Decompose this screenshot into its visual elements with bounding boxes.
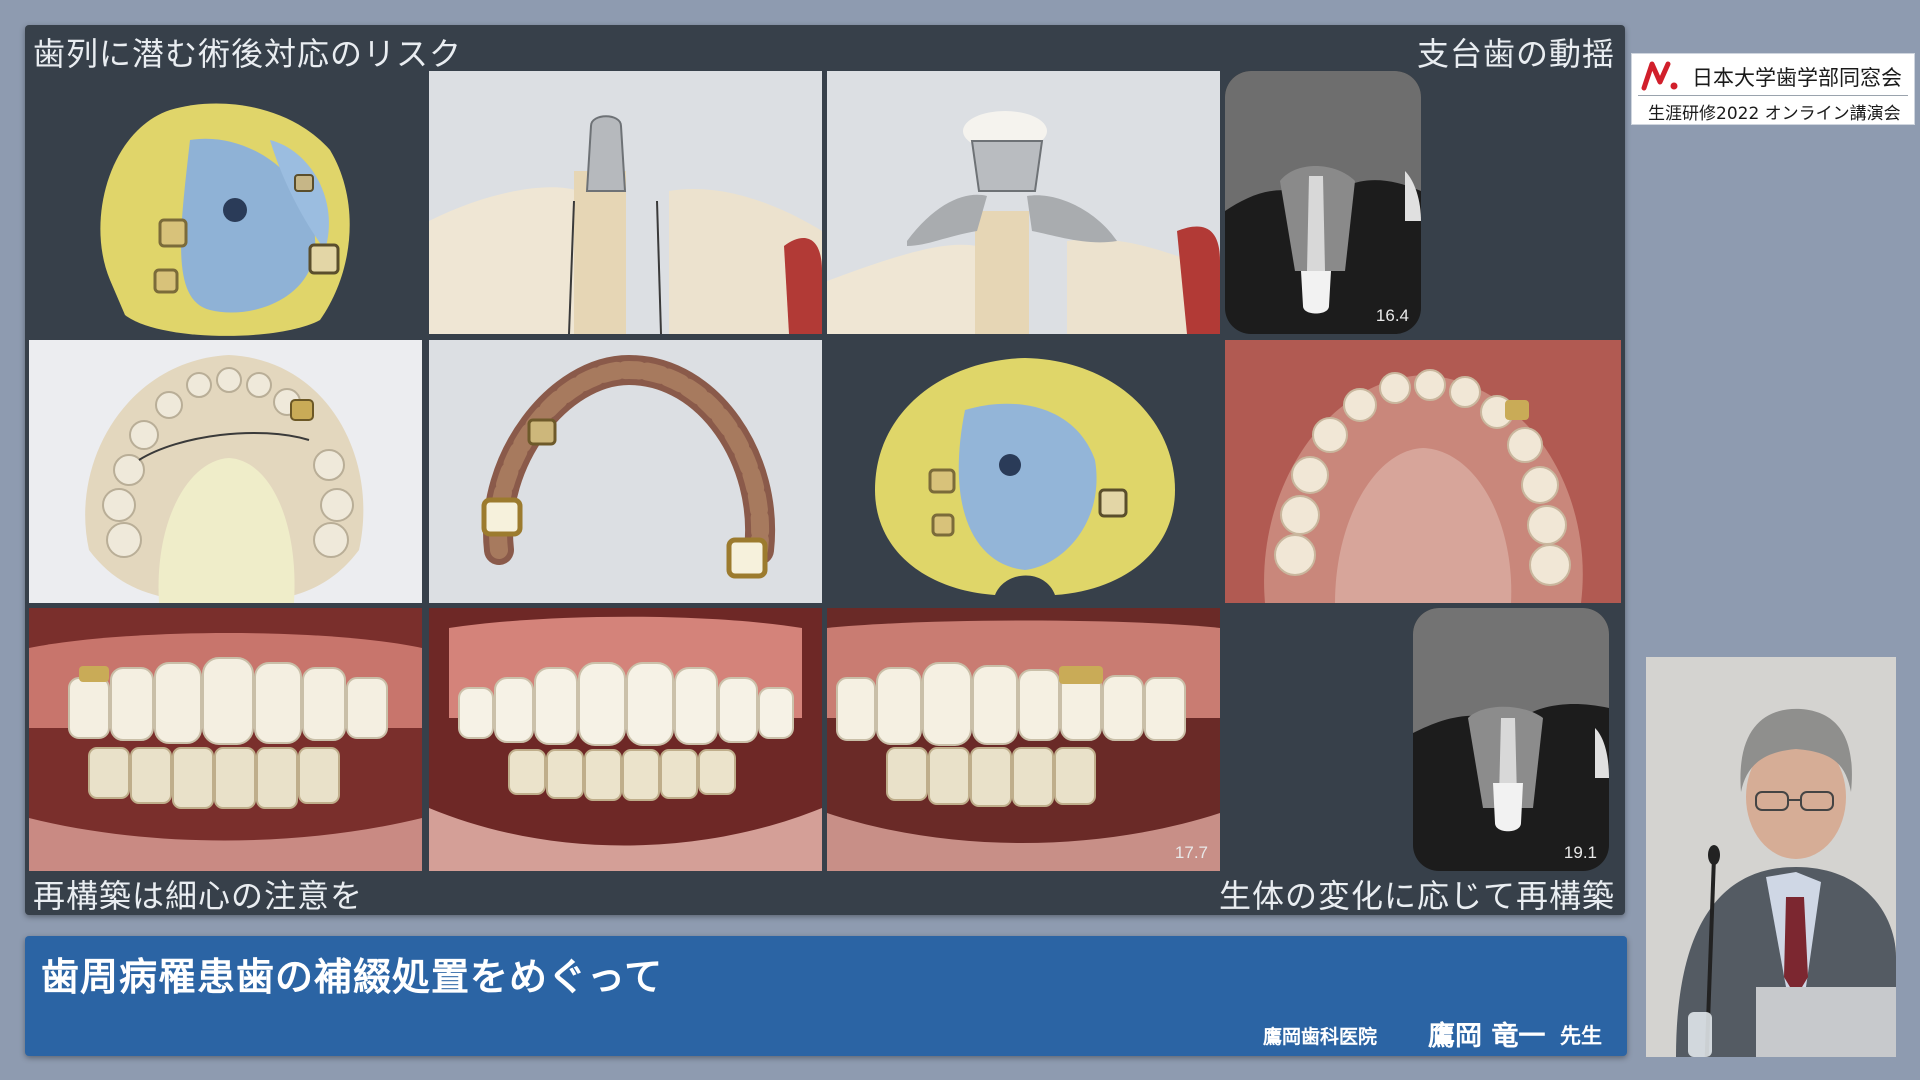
xray-abutment-followup: 19.1 bbox=[1413, 608, 1609, 871]
lecture-title: 歯周病罹患歯の補綴処置をめぐって bbox=[41, 955, 664, 999]
photo-maxillary-denture-occlusal bbox=[29, 340, 422, 603]
logo-organization: 日本大学歯学部同窓会 bbox=[1692, 66, 1902, 90]
photo-frontal-smile-2 bbox=[429, 608, 822, 871]
caption-bottom-right: 生体の変化に応じて再構築 bbox=[1218, 877, 1615, 915]
photo-frontal-smile-1 bbox=[29, 608, 422, 871]
photo-bridge-framework-model bbox=[827, 71, 1220, 334]
logo-subtitle: 生涯研修2022 オンライン講演会 bbox=[1648, 104, 1901, 124]
alumni-association-logo: 日本大学歯学部同窓会 生涯研修2022 オンライン講演会 bbox=[1631, 53, 1915, 125]
photo-abutment-crown-model bbox=[429, 71, 822, 334]
speaker-video bbox=[1646, 657, 1896, 1057]
presentation-slide: 歯列に潜む術後対応のリスク 支台歯の動揺 16.4 17.7 19.1 再構築は… bbox=[25, 25, 1625, 915]
n-logo-mark bbox=[1640, 60, 1680, 92]
caption-bottom-left: 再構築は細心の注意を bbox=[33, 877, 364, 915]
logo-divider bbox=[1638, 95, 1908, 96]
xray-label-2: 19.1 bbox=[1563, 843, 1597, 862]
photo-maxillary-model-scan bbox=[70, 80, 360, 350]
speaker-name: 鷹岡 竜一 bbox=[1428, 1021, 1546, 1052]
xray-abutment-initial: 16.4 bbox=[1225, 71, 1421, 334]
photo-intraoral-occlusal bbox=[1225, 340, 1621, 603]
clinic-name: 鷹岡歯科医院 bbox=[1263, 1026, 1378, 1048]
caption-top-right: 支台歯の動揺 bbox=[1416, 35, 1615, 73]
photo-frontal-smile-3: 17.7 bbox=[827, 608, 1220, 871]
photo-bridge-frame-occlusal bbox=[429, 340, 822, 603]
speaker-honorific: 先生 bbox=[1560, 1024, 1602, 1048]
caption-top-left: 歯列に潜む術後対応のリスク bbox=[33, 35, 463, 73]
photo-maxillary-model-scan-2 bbox=[845, 340, 1205, 603]
lecture-title-bar: 歯周病罹患歯の補綴処置をめぐって 鷹岡歯科医院 鷹岡 竜一 先生 bbox=[25, 936, 1627, 1056]
photo-label-1: 17.7 bbox=[1174, 843, 1208, 862]
xray-label-1: 16.4 bbox=[1375, 306, 1409, 325]
